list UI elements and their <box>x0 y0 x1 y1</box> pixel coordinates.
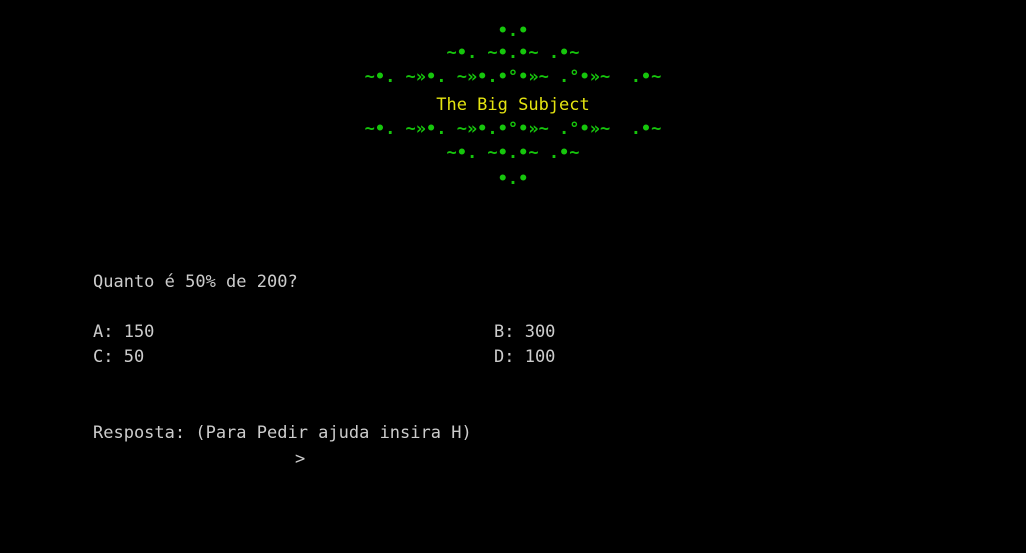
banner-ornament-line: •.• <box>497 169 529 189</box>
banner-ornament-line: •.• <box>497 21 529 41</box>
console-window: •.• ~•. ~•.•~ .•~ ~•. ~»•. ~»•.•°•»~ .°•… <box>0 0 1026 553</box>
input-cursor[interactable]: > <box>295 449 305 469</box>
banner-ornament-line: ~•. ~»•. ~»•.•°•»~ .°•»~ .•~ <box>364 119 662 139</box>
option-b: B: 300 <box>494 322 556 342</box>
banner-ornament-line: ~•. ~•.•~ .•~ <box>446 43 580 63</box>
option-a: A: 150 <box>93 322 155 342</box>
option-d: D: 100 <box>494 347 556 367</box>
answer-prompt: Resposta: (Para Pedir ajuda insira H) <box>93 423 472 443</box>
option-c: C: 50 <box>93 347 145 367</box>
banner-title: The Big Subject <box>436 95 590 115</box>
title-banner: •.• ~•. ~•.•~ .•~ ~•. ~»•. ~»•.•°•»~ .°•… <box>0 14 1026 199</box>
banner-ornament-line: ~•. ~»•. ~»•.•°•»~ .°•»~ .•~ <box>364 67 662 87</box>
question-text: Quanto é 50% de 200? <box>93 272 298 292</box>
banner-ornament-line: ~•. ~•.•~ .•~ <box>446 143 580 163</box>
